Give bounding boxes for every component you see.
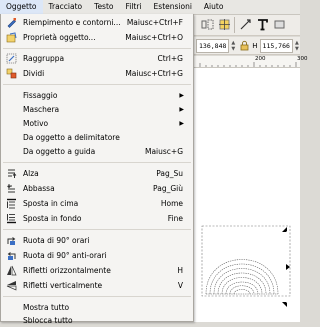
h-spin-arrows[interactable]: ▲ ▼ bbox=[295, 40, 300, 52]
commands-toolbar bbox=[194, 14, 300, 36]
menu-item-label: Ruota di 90° orari bbox=[23, 236, 90, 245]
menu-help[interactable]: Aiuto bbox=[198, 0, 230, 14]
menu-item-unhide-all[interactable]: Mostra tutto bbox=[1, 301, 193, 314]
distribute-icon[interactable] bbox=[200, 18, 214, 32]
menu-item-label: Alza bbox=[23, 169, 39, 178]
menu-item-lower[interactable]: Abbassa Pag_Giù bbox=[1, 182, 193, 195]
menu-separator bbox=[3, 48, 191, 49]
ruler-label-200: 200 bbox=[255, 56, 266, 62]
menu-separator bbox=[3, 162, 191, 163]
menu-item-objects-to-guides[interactable]: Da oggetto a guida Maiusc+G bbox=[1, 145, 193, 158]
toolbar-separator bbox=[234, 16, 235, 33]
menu-item-clip[interactable]: Fissaggio ▶ bbox=[1, 89, 193, 102]
menu-item-label: Mostra tutto bbox=[23, 303, 70, 312]
group-icon bbox=[6, 53, 17, 64]
lower-to-bottom-icon bbox=[6, 213, 17, 224]
ruler-label-300: 300 bbox=[297, 56, 308, 62]
menu-filters[interactable]: Filtri bbox=[120, 0, 148, 14]
lock-icon[interactable] bbox=[238, 39, 250, 53]
horizontal-ruler: 200 300 bbox=[194, 56, 308, 68]
menu-item-label: Rifletti verticalmente bbox=[23, 281, 103, 290]
menu-object[interactable]: Oggetto bbox=[0, 0, 43, 14]
menu-text[interactable]: Testo bbox=[88, 0, 119, 14]
raise-icon bbox=[6, 168, 17, 179]
menu-item-raise-to-top[interactable]: Sposta in cima Home bbox=[1, 197, 193, 210]
menu-item-shortcut: Home bbox=[160, 199, 183, 208]
menu-item-shortcut: Maiusc+Ctrl+G bbox=[125, 69, 183, 78]
ungroup-icon bbox=[6, 68, 17, 79]
menu-separator bbox=[3, 296, 191, 297]
menu-item-shortcut: Fine bbox=[167, 214, 183, 223]
menu-bar: Oggetto Tracciato Testo Filtri Estension… bbox=[0, 0, 300, 15]
menu-item-label: Sposta in cima bbox=[23, 199, 79, 208]
menu-separator bbox=[3, 229, 191, 230]
drawing-canvas[interactable] bbox=[194, 68, 300, 322]
menu-item-group[interactable]: Raggruppa Ctrl+G bbox=[1, 52, 193, 65]
menu-item-fill-stroke[interactable]: Riempimento e contorni... Maiusc+Ctrl+F bbox=[1, 16, 193, 29]
raise-to-top-icon bbox=[6, 198, 17, 209]
menu-item-rotate-cw[interactable]: Ruota di 90° orari bbox=[1, 234, 193, 247]
h-label: H bbox=[252, 41, 258, 50]
menu-item-label: Da oggetto a guida bbox=[23, 147, 96, 156]
menu-item-label: Maschera bbox=[23, 105, 60, 114]
ruler-ticks bbox=[199, 62, 297, 67]
x-spin-arrows[interactable]: ▲ ▼ bbox=[231, 40, 236, 52]
menu-separator bbox=[3, 84, 191, 85]
menu-item-lower-to-bottom[interactable]: Sposta in fondo Fine bbox=[1, 212, 193, 225]
lower-icon bbox=[6, 183, 17, 194]
menu-item-label: Rifletti orizzontalmente bbox=[23, 266, 111, 275]
align-icon[interactable] bbox=[217, 18, 231, 32]
menu-item-label: Raggruppa bbox=[23, 54, 65, 63]
menu-item-rotate-ccw[interactable]: Ruota di 90° anti-orari bbox=[1, 249, 193, 262]
rotate-ccw-icon bbox=[6, 250, 17, 261]
selector-toolbar: 136,848 ▲ ▼ H 115,766 ▲ ▼ bbox=[194, 37, 300, 55]
submenu-arrow-icon: ▶ bbox=[179, 120, 184, 127]
selected-drawing[interactable] bbox=[194, 68, 300, 322]
menu-item-shortcut: V bbox=[177, 281, 183, 290]
menu-item-object-properties[interactable]: Proprietà oggetto... Maiusc+Ctrl+O bbox=[1, 31, 193, 44]
object-properties-icon bbox=[6, 32, 17, 43]
menu-item-mask[interactable]: Maschera ▶ bbox=[1, 103, 193, 116]
menu-item-raise[interactable]: Alza Pag_Su bbox=[1, 167, 193, 180]
xml-editor-icon[interactable] bbox=[272, 18, 286, 32]
menu-item-shortcut: Maiusc+Ctrl+F bbox=[126, 18, 183, 27]
menu-item-label: Motivo bbox=[23, 119, 49, 128]
menu-item-shortcut: Pag_Giù bbox=[153, 184, 183, 193]
menu-item-label: Ruota di 90° anti-orari bbox=[23, 251, 107, 260]
menu-item-flip-horizontal[interactable]: Rifletti orizzontalmente H bbox=[1, 264, 193, 277]
menu-item-label: Sblocca tutto bbox=[23, 316, 73, 325]
menu-item-shortcut: Pag_Su bbox=[156, 169, 183, 178]
menu-extensions[interactable]: Estensioni bbox=[148, 0, 198, 14]
flip-horizontal-icon bbox=[6, 265, 17, 276]
menu-item-label: Abbassa bbox=[23, 184, 55, 193]
rotate-cw-icon bbox=[6, 235, 17, 246]
menu-item-shortcut: Maiusc+G bbox=[144, 147, 183, 156]
menu-path[interactable]: Tracciato bbox=[43, 0, 89, 14]
menu-item-shortcut: Maiusc+Ctrl+O bbox=[125, 33, 183, 42]
menu-item-flip-vertical[interactable]: Rifletti verticalmente V bbox=[1, 279, 193, 292]
menu-item-shortcut: H bbox=[177, 266, 183, 275]
submenu-arrow-icon: ▶ bbox=[179, 92, 184, 99]
edit-node-icon[interactable] bbox=[238, 18, 252, 32]
menu-item-label: Riempimento e contorni... bbox=[23, 18, 121, 27]
text-tool-icon[interactable] bbox=[255, 18, 269, 32]
menu-item-label: Da oggetto a delimitatore bbox=[23, 133, 120, 142]
menu-item-label: Sposta in fondo bbox=[23, 214, 82, 223]
object-menu-dropdown: Riempimento e contorni... Maiusc+Ctrl+F … bbox=[0, 14, 194, 325]
menu-item-ungroup[interactable]: Dividi Maiusc+Ctrl+G bbox=[1, 67, 193, 80]
menu-item-unlock-all[interactable]: Sblocca tutto bbox=[1, 314, 193, 327]
menu-item-label: Proprietà oggetto... bbox=[23, 33, 96, 42]
menu-item-pattern[interactable]: Motivo ▶ bbox=[1, 117, 193, 130]
menu-item-label: Fissaggio bbox=[23, 91, 58, 100]
menu-item-objects-to-marker[interactable]: Da oggetto a delimitatore bbox=[1, 131, 193, 144]
submenu-arrow-icon: ▶ bbox=[179, 106, 184, 113]
height-field[interactable]: 115,766 bbox=[259, 38, 293, 53]
menu-item-shortcut: Ctrl+G bbox=[157, 54, 183, 63]
x-coordinate-field[interactable]: 136,848 bbox=[196, 38, 230, 53]
flip-vertical-icon bbox=[6, 280, 17, 291]
menu-item-label: Dividi bbox=[23, 69, 45, 78]
fill-stroke-icon bbox=[6, 17, 17, 28]
